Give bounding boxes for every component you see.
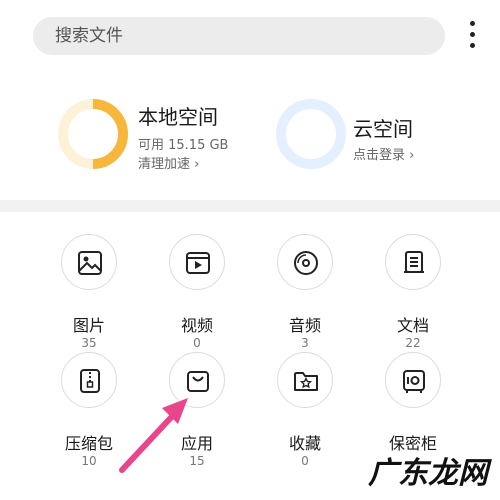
safe-icon bbox=[403, 370, 425, 393]
category-label: 文档 bbox=[396, 316, 429, 335]
image-icon bbox=[78, 251, 102, 275]
watermark: 广东龙网 bbox=[368, 456, 488, 491]
search-bar[interactable]: 搜索文件 bbox=[33, 17, 445, 55]
category-audio[interactable]: 音频 3 bbox=[249, 234, 359, 354]
header-panel: 搜索文件 本地空间 可用 15.15 GB 清理加速 › 云空间 点击登录 › bbox=[0, 0, 500, 200]
local-storage-title[interactable]: 本地空间 bbox=[138, 101, 218, 130]
video-icon bbox=[186, 252, 210, 274]
category-videos[interactable]: 视频 0 bbox=[141, 234, 251, 354]
category-favorites[interactable]: 收藏 0 bbox=[249, 352, 359, 472]
category-count: 22 bbox=[405, 336, 421, 350]
local-storage-ring bbox=[58, 99, 128, 169]
local-storage-available: 可用 15.15 GB bbox=[138, 138, 229, 153]
search-input[interactable]: 搜索文件 bbox=[55, 17, 123, 55]
category-count: 0 bbox=[301, 454, 309, 468]
category-label: 视频 bbox=[180, 316, 213, 335]
more-vertical-icon[interactable] bbox=[462, 18, 482, 52]
cloud-storage-ring bbox=[276, 99, 346, 169]
category-count: 0 bbox=[193, 336, 201, 350]
category-label: 图片 bbox=[72, 316, 105, 335]
zip-icon bbox=[80, 369, 100, 393]
category-label: 音频 bbox=[288, 316, 321, 335]
star-folder-icon bbox=[294, 372, 318, 391]
clean-speedup-link[interactable]: 清理加速 › bbox=[138, 153, 199, 172]
cloud-storage-title[interactable]: 云空间 bbox=[353, 113, 413, 142]
category-images[interactable]: 图片 35 bbox=[33, 234, 143, 354]
category-count: 3 bbox=[301, 336, 309, 350]
login-link[interactable]: 点击登录 › bbox=[353, 144, 414, 163]
category-label: 收藏 bbox=[288, 434, 321, 453]
category-count: 35 bbox=[81, 336, 97, 350]
music-disc-icon bbox=[294, 251, 318, 275]
document-icon bbox=[404, 251, 424, 273]
category-documents[interactable]: 文档 22 bbox=[357, 234, 467, 354]
annotation-arrow-icon bbox=[119, 398, 188, 473]
